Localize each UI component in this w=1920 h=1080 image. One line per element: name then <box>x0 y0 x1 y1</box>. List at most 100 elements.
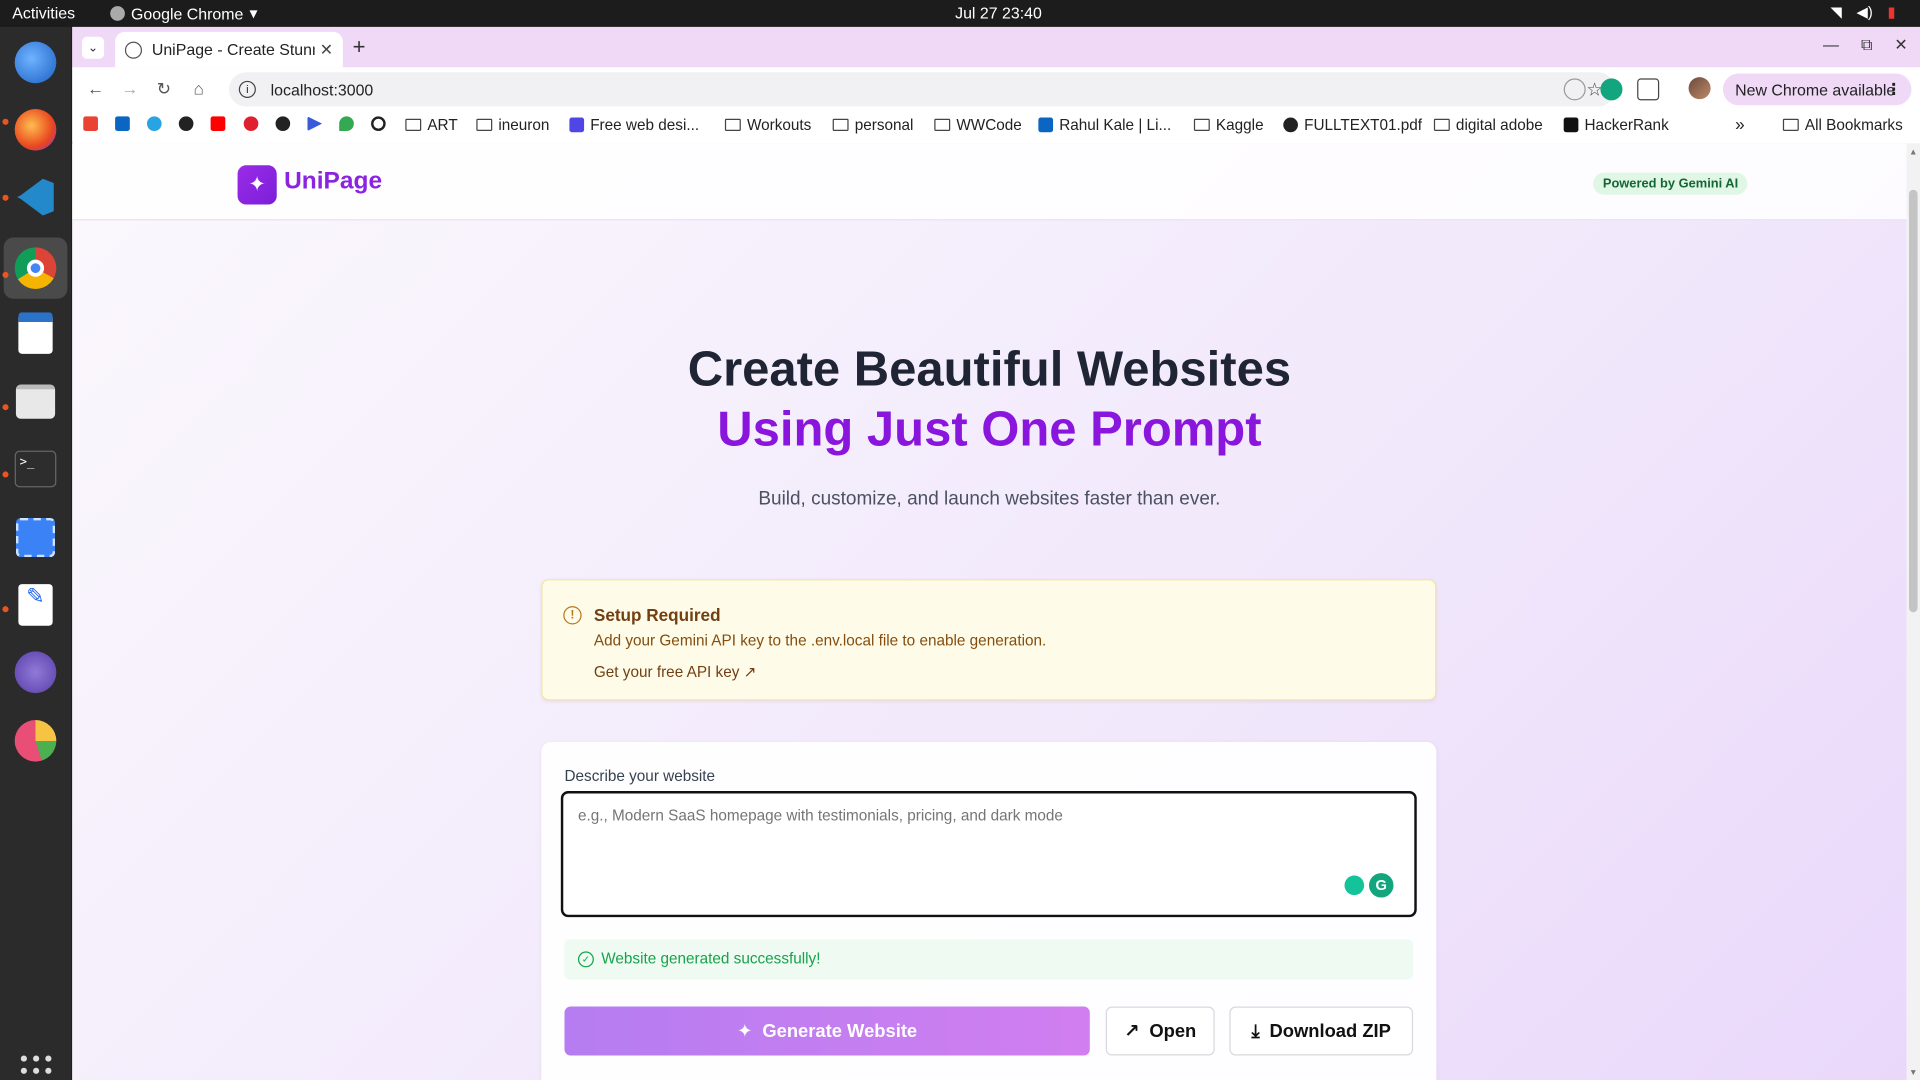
bookmark-free-web[interactable]: Free web desi... <box>569 116 699 133</box>
tab-unipage[interactable]: UniPage - Create Stunning ✕ <box>115 31 343 68</box>
bookmark-fulltext[interactable]: FULLTEXT01.pdf <box>1283 116 1422 133</box>
page-scrollbar[interactable]: ▲ ▼ <box>1906 143 1920 1080</box>
download-zip-button[interactable]: ⤓ Download ZIP <box>1229 1006 1414 1056</box>
pie-app-icon[interactable] <box>11 716 60 765</box>
bookmark-rahul-kale[interactable]: Rahul Kale | Li... <box>1038 116 1171 133</box>
open-button[interactable]: ↗ Open <box>1105 1006 1215 1056</box>
folder-icon <box>832 118 849 132</box>
folder-icon <box>934 118 951 132</box>
volume-icon: ◀) <box>1856 3 1873 21</box>
browser-window: ⌄ UniPage - Create Stunning ✕ + — ⧉ ✕ ← … <box>72 26 1920 1080</box>
bookmark-label: WWCode <box>956 116 1022 134</box>
more-bookmarks-button[interactable]: » <box>1735 114 1745 134</box>
bookmark-label: Kaggle <box>1215 116 1264 134</box>
bookmark-kaggle[interactable]: Kaggle <box>1193 116 1264 134</box>
extensions-puzzle-icon[interactable] <box>1637 78 1660 101</box>
bookmark-ineuron[interactable]: ineuron <box>476 116 549 133</box>
folder-icon <box>724 118 741 132</box>
hackerrank-icon <box>1563 117 1579 133</box>
setup-alert: ! Setup Required Add your Gemini API key… <box>541 579 1437 701</box>
close-window-icon[interactable]: ✕ <box>1894 36 1907 56</box>
running-indicator <box>2 606 9 613</box>
bookmark-globe-2[interactable] <box>275 116 291 132</box>
hero-subtitle: Build, customize, and launch websites fa… <box>758 488 1221 510</box>
bookmark-gmail[interactable] <box>83 116 98 132</box>
activities-button[interactable]: Activities <box>12 4 75 22</box>
home-icon[interactable]: ⌂ <box>193 78 203 98</box>
all-bookmarks-label: All Bookmarks <box>1804 116 1903 134</box>
bookmark-personal[interactable]: personal <box>832 116 913 133</box>
bookmark-label: FULLTEXT01.pdf <box>1304 116 1423 134</box>
firefox-icon[interactable] <box>11 105 60 154</box>
linkedin-icon <box>1038 117 1054 133</box>
warning-icon: ! <box>563 606 582 625</box>
minimize-icon[interactable]: — <box>1823 36 1839 56</box>
scroll-up-icon[interactable]: ▲ <box>1909 148 1917 157</box>
wifi-icon: ◥ <box>1830 3 1842 21</box>
bookmark-telegram[interactable] <box>146 116 162 132</box>
vscode-icon[interactable] <box>11 173 60 222</box>
bookmark-maps[interactable] <box>339 116 354 132</box>
system-tray[interactable]: ◥ ◀) ▮ <box>1831 4 1896 21</box>
bookmark-digital-adobe[interactable]: digital adobe <box>1433 116 1543 133</box>
brand-logo[interactable]: UniPage <box>284 168 382 196</box>
shield-extension-icon[interactable] <box>1563 78 1586 101</box>
running-indicator <box>2 404 9 411</box>
bookmark-label: Rahul Kale | Li... <box>1059 116 1172 134</box>
scrollbar-thumb[interactable] <box>1908 189 1918 613</box>
bookmark-hackerrank[interactable]: HackerRank <box>1563 116 1669 133</box>
writer-icon[interactable] <box>11 309 60 358</box>
bookmark-globe[interactable] <box>178 116 194 132</box>
grammarly-extension-icon[interactable] <box>1600 78 1623 101</box>
bookmark-play[interactable] <box>307 116 323 132</box>
more-menu-icon[interactable]: ⋮ <box>1886 80 1902 100</box>
globe-icon <box>1283 117 1298 133</box>
prompt-input[interactable] <box>560 791 1417 918</box>
window-controls: — ⧉ ✕ <box>1823 36 1908 56</box>
screenshot-icon[interactable] <box>11 513 60 562</box>
bookmark-youtube[interactable] <box>210 116 226 132</box>
all-bookmarks-button[interactable]: All Bookmarks <box>1782 116 1903 134</box>
running-indicator <box>2 471 9 478</box>
thunderbird-icon[interactable] <box>11 38 60 87</box>
profile-avatar[interactable] <box>1688 77 1711 100</box>
terminal-icon[interactable]: >_ <box>11 444 60 493</box>
files-icon[interactable] <box>11 377 60 426</box>
restore-icon[interactable]: ⧉ <box>1861 36 1872 56</box>
new-tab-button[interactable]: + <box>353 34 366 60</box>
forward-icon[interactable]: → <box>121 78 138 98</box>
back-icon[interactable]: ← <box>87 78 104 98</box>
new-chrome-available-button[interactable]: New Chrome available ⋮ <box>1722 73 1912 106</box>
success-text: Website generated successfully! <box>601 950 821 968</box>
globe-icon <box>178 116 194 132</box>
bookmark-github[interactable] <box>371 116 386 132</box>
text-editor-icon[interactable]: ✎ <box>11 580 60 629</box>
bookmark-art[interactable]: ART <box>405 116 458 134</box>
sparkles-icon[interactable]: ✦ <box>237 165 277 205</box>
scroll-down-icon[interactable]: ▼ <box>1909 1069 1917 1078</box>
reload-icon[interactable]: ↻ <box>157 78 171 99</box>
chrome-icon[interactable] <box>3 237 68 299</box>
tab-search-icon[interactable]: ⌄ <box>82 36 105 59</box>
show-apps-icon[interactable] <box>20 1055 53 1080</box>
site-header: ✦ UniPage Powered by Gemini AI <box>72 143 1907 221</box>
network-app-icon[interactable] <box>11 648 60 697</box>
site-info-icon[interactable]: i <box>238 80 256 98</box>
bookmark-label: Free web desi... <box>590 116 700 134</box>
chrome-icon <box>110 6 125 21</box>
app-menu[interactable]: Google Chrome ▾ <box>110 4 258 24</box>
bookmark-wwcode[interactable]: WWCode <box>934 116 1022 133</box>
api-key-link[interactable]: Get your free API key ↗ <box>594 662 757 681</box>
close-tab-icon[interactable]: ✕ <box>320 40 333 60</box>
bookmark-linkedin[interactable] <box>115 116 130 132</box>
grammarly-suggestion-icon[interactable] <box>1344 875 1365 896</box>
clock[interactable]: Jul 27 23:40 <box>955 4 1042 22</box>
grammarly-icon[interactable]: G <box>1368 873 1394 898</box>
generate-website-button[interactable]: ✦ Generate Website <box>564 1006 1090 1056</box>
bookmark-music[interactable] <box>243 116 259 132</box>
bookmark-workouts[interactable]: Workouts <box>724 116 811 133</box>
address-bar[interactable]: i localhost:3000 ☆ <box>228 72 1616 107</box>
bookmark-label: ART <box>427 116 458 134</box>
external-link-icon: ↗ <box>1124 1021 1140 1043</box>
prompt-card: Describe your website G ✓ Website genera… <box>541 742 1437 1080</box>
